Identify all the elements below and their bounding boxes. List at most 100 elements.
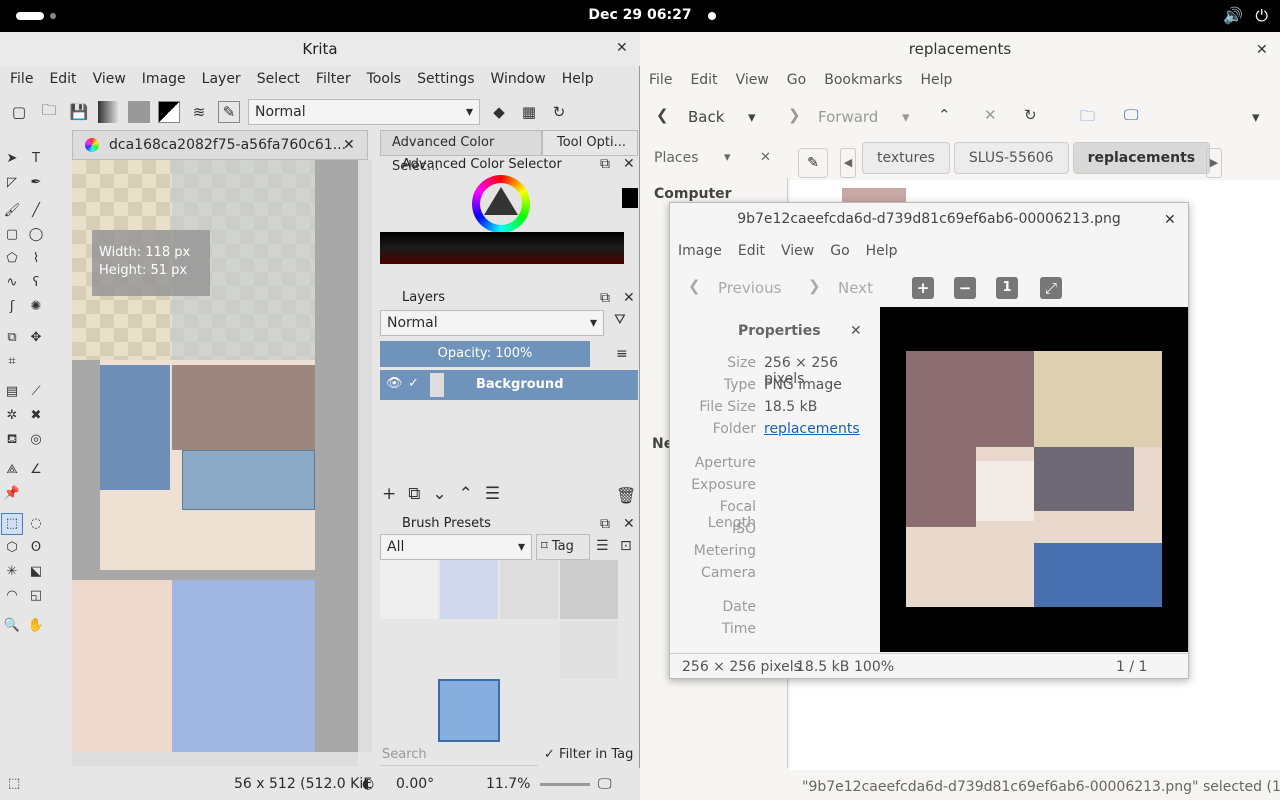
crumb-replacements[interactable]: replacements: [1072, 142, 1211, 174]
previous-icon[interactable]: ❮: [688, 277, 701, 295]
next-icon[interactable]: ❯: [808, 277, 821, 295]
color-picker-icon[interactable]: ⟋: [26, 382, 46, 402]
back-icon[interactable]: ❮: [656, 106, 669, 124]
measure-tool-icon[interactable]: ∠: [26, 460, 46, 480]
back-dropdown-icon[interactable]: ▾: [748, 108, 756, 126]
freehand-path-icon[interactable]: ʕ: [26, 273, 46, 293]
eye-icon[interactable]: 👁: [386, 376, 403, 391]
tag-button[interactable]: ⌑ Tag: [536, 534, 590, 560]
add-layer-icon[interactable]: +: [382, 484, 396, 504]
file-thumbnail[interactable]: [842, 188, 906, 202]
more-dropdown-icon[interactable]: ▾: [1252, 108, 1260, 126]
brush-tool-icon[interactable]: 🖌: [2, 201, 22, 221]
brush-preset-icon[interactable]: ✎: [218, 101, 240, 123]
brush-preset[interactable]: [380, 620, 438, 680]
enclose-fill-icon[interactable]: ◎: [26, 430, 46, 450]
document-tab[interactable]: dca168ca2082f75-a56fa760c61... ✕: [72, 130, 368, 160]
menu-file[interactable]: File: [640, 70, 681, 90]
forward-dropdown-icon[interactable]: ▾: [902, 108, 910, 126]
line-tool-icon[interactable]: ╱: [26, 201, 46, 221]
rect-select-icon[interactable]: ⬚: [1, 513, 23, 535]
brush-preset[interactable]: [438, 679, 500, 742]
menu-view[interactable]: View: [727, 70, 778, 90]
dynamic-brush-icon[interactable]: ʃ: [2, 297, 22, 317]
gradient-tool-icon[interactable]: ▤: [2, 382, 22, 402]
filter-in-tag-checkbox[interactable]: ✓ Filter in Tag: [544, 744, 633, 766]
list-view-icon[interactable]: ☰: [596, 538, 609, 554]
save-icon[interactable]: 💾: [68, 101, 90, 123]
menu-edit[interactable]: Edit: [730, 243, 773, 259]
menu-edit[interactable]: Edit: [681, 70, 726, 90]
close-dock-icon[interactable]: ✕: [623, 290, 635, 306]
menu-help[interactable]: Help: [552, 68, 600, 94]
image-size-label[interactable]: 56 x 512 (512.0 KiE: [234, 776, 372, 792]
color-shade-strip[interactable]: [380, 232, 624, 264]
calligraphy-icon[interactable]: ✒: [26, 173, 46, 193]
brush-preset[interactable]: [440, 620, 498, 680]
brush-preset[interactable]: [380, 681, 438, 740]
brush-preset[interactable]: [500, 620, 558, 680]
crumb-left-icon[interactable]: ◀: [840, 148, 856, 178]
delete-layer-icon[interactable]: 🗑: [616, 486, 636, 505]
power-icon[interactable]: ⏻: [1255, 6, 1268, 26]
activities-indicator[interactable]: [16, 12, 44, 20]
places-dropdown-icon[interactable]: ▾: [724, 150, 731, 165]
opacity-slider[interactable]: Opacity: 100%: [380, 341, 590, 367]
crop-tool-icon[interactable]: ⌗: [2, 352, 22, 372]
polyline-tool-icon[interactable]: ⌇: [26, 249, 46, 269]
float-dock-icon[interactable]: ⧉: [600, 516, 610, 532]
fill-tool-icon[interactable]: ⛾: [2, 430, 22, 450]
menu-view[interactable]: View: [83, 68, 132, 94]
clock[interactable]: Dec 29 06:27: [0, 7, 1280, 23]
menu-tools[interactable]: Tools: [357, 68, 408, 94]
ellipse-select-icon[interactable]: ◌: [26, 514, 46, 534]
brush-filter-select[interactable]: All ▾: [380, 534, 532, 560]
menu-select[interactable]: Select: [247, 68, 306, 94]
menu-image[interactable]: Image: [132, 68, 192, 94]
crumb-right-icon[interactable]: ▶: [1206, 148, 1222, 178]
open-folder-icon[interactable]: 🗀: [38, 101, 60, 123]
layer-blend-select[interactable]: Normal ▾: [380, 310, 604, 336]
forward-button[interactable]: Forward: [818, 108, 878, 126]
pan-tool-icon[interactable]: ✋: [26, 616, 46, 636]
tab-advanced-color-selector[interactable]: Advanced Color Selec...: [380, 130, 542, 174]
close-properties-icon[interactable]: ✕: [850, 323, 862, 339]
fit-screen-icon[interactable]: 🖵: [598, 776, 612, 792]
up-icon[interactable]: ⌃: [938, 106, 951, 124]
duplicate-layer-icon[interactable]: ⧉: [408, 484, 420, 504]
bezier-select-icon[interactable]: ◠: [2, 586, 22, 606]
rotation-value[interactable]: 0.00°: [396, 776, 434, 792]
stop-icon[interactable]: ✕: [984, 106, 997, 124]
bezier-tool-icon[interactable]: ∿: [2, 273, 22, 293]
close-dock-icon[interactable]: ✕: [623, 156, 635, 172]
reload-icon[interactable]: ↻: [548, 101, 570, 123]
transform-tool-icon[interactable]: ⧉: [2, 328, 22, 348]
places-label[interactable]: Places: [654, 150, 699, 166]
brush-search-input[interactable]: Search: [380, 744, 538, 766]
similar-select-icon[interactable]: ⬕: [26, 562, 46, 582]
float-dock-icon[interactable]: ⧉: [600, 156, 610, 172]
reload-icon[interactable]: ↻: [1024, 106, 1037, 124]
rectangle-tool-icon[interactable]: ▢: [2, 225, 22, 245]
edit-shapes-icon[interactable]: ◸: [2, 173, 22, 193]
move-up-icon[interactable]: ⌃: [459, 484, 473, 504]
computer-icon[interactable]: 🖵: [1124, 106, 1138, 124]
next-button[interactable]: Next: [838, 279, 873, 297]
text-tool-icon[interactable]: T: [26, 149, 46, 169]
multibrush-icon[interactable]: ✺: [26, 297, 46, 317]
menu-go[interactable]: Go: [822, 243, 857, 259]
selection-display-icon[interactable]: ⬚: [8, 776, 20, 791]
zoom-tool-icon[interactable]: 🔍: [2, 616, 22, 636]
zoom-in-icon[interactable]: +: [912, 277, 934, 299]
layer-row-background[interactable]: 👁 ✓ Background: [380, 370, 638, 400]
menu-settings[interactable]: Settings: [407, 68, 480, 94]
menu-filter[interactable]: Filter: [306, 68, 357, 94]
polygon-select-icon[interactable]: ⬡: [2, 538, 22, 558]
filter-icon[interactable]: ⛛: [614, 312, 626, 328]
home-folder-icon[interactable]: 🗀: [1080, 106, 1095, 131]
zoom-value[interactable]: 11.7%: [486, 776, 530, 792]
brush-preset[interactable]: [500, 681, 558, 740]
checkbox-icon[interactable]: ✓: [408, 376, 419, 391]
menu-view[interactable]: View: [773, 243, 822, 259]
assistant-tool-icon[interactable]: ⟁: [2, 460, 22, 480]
